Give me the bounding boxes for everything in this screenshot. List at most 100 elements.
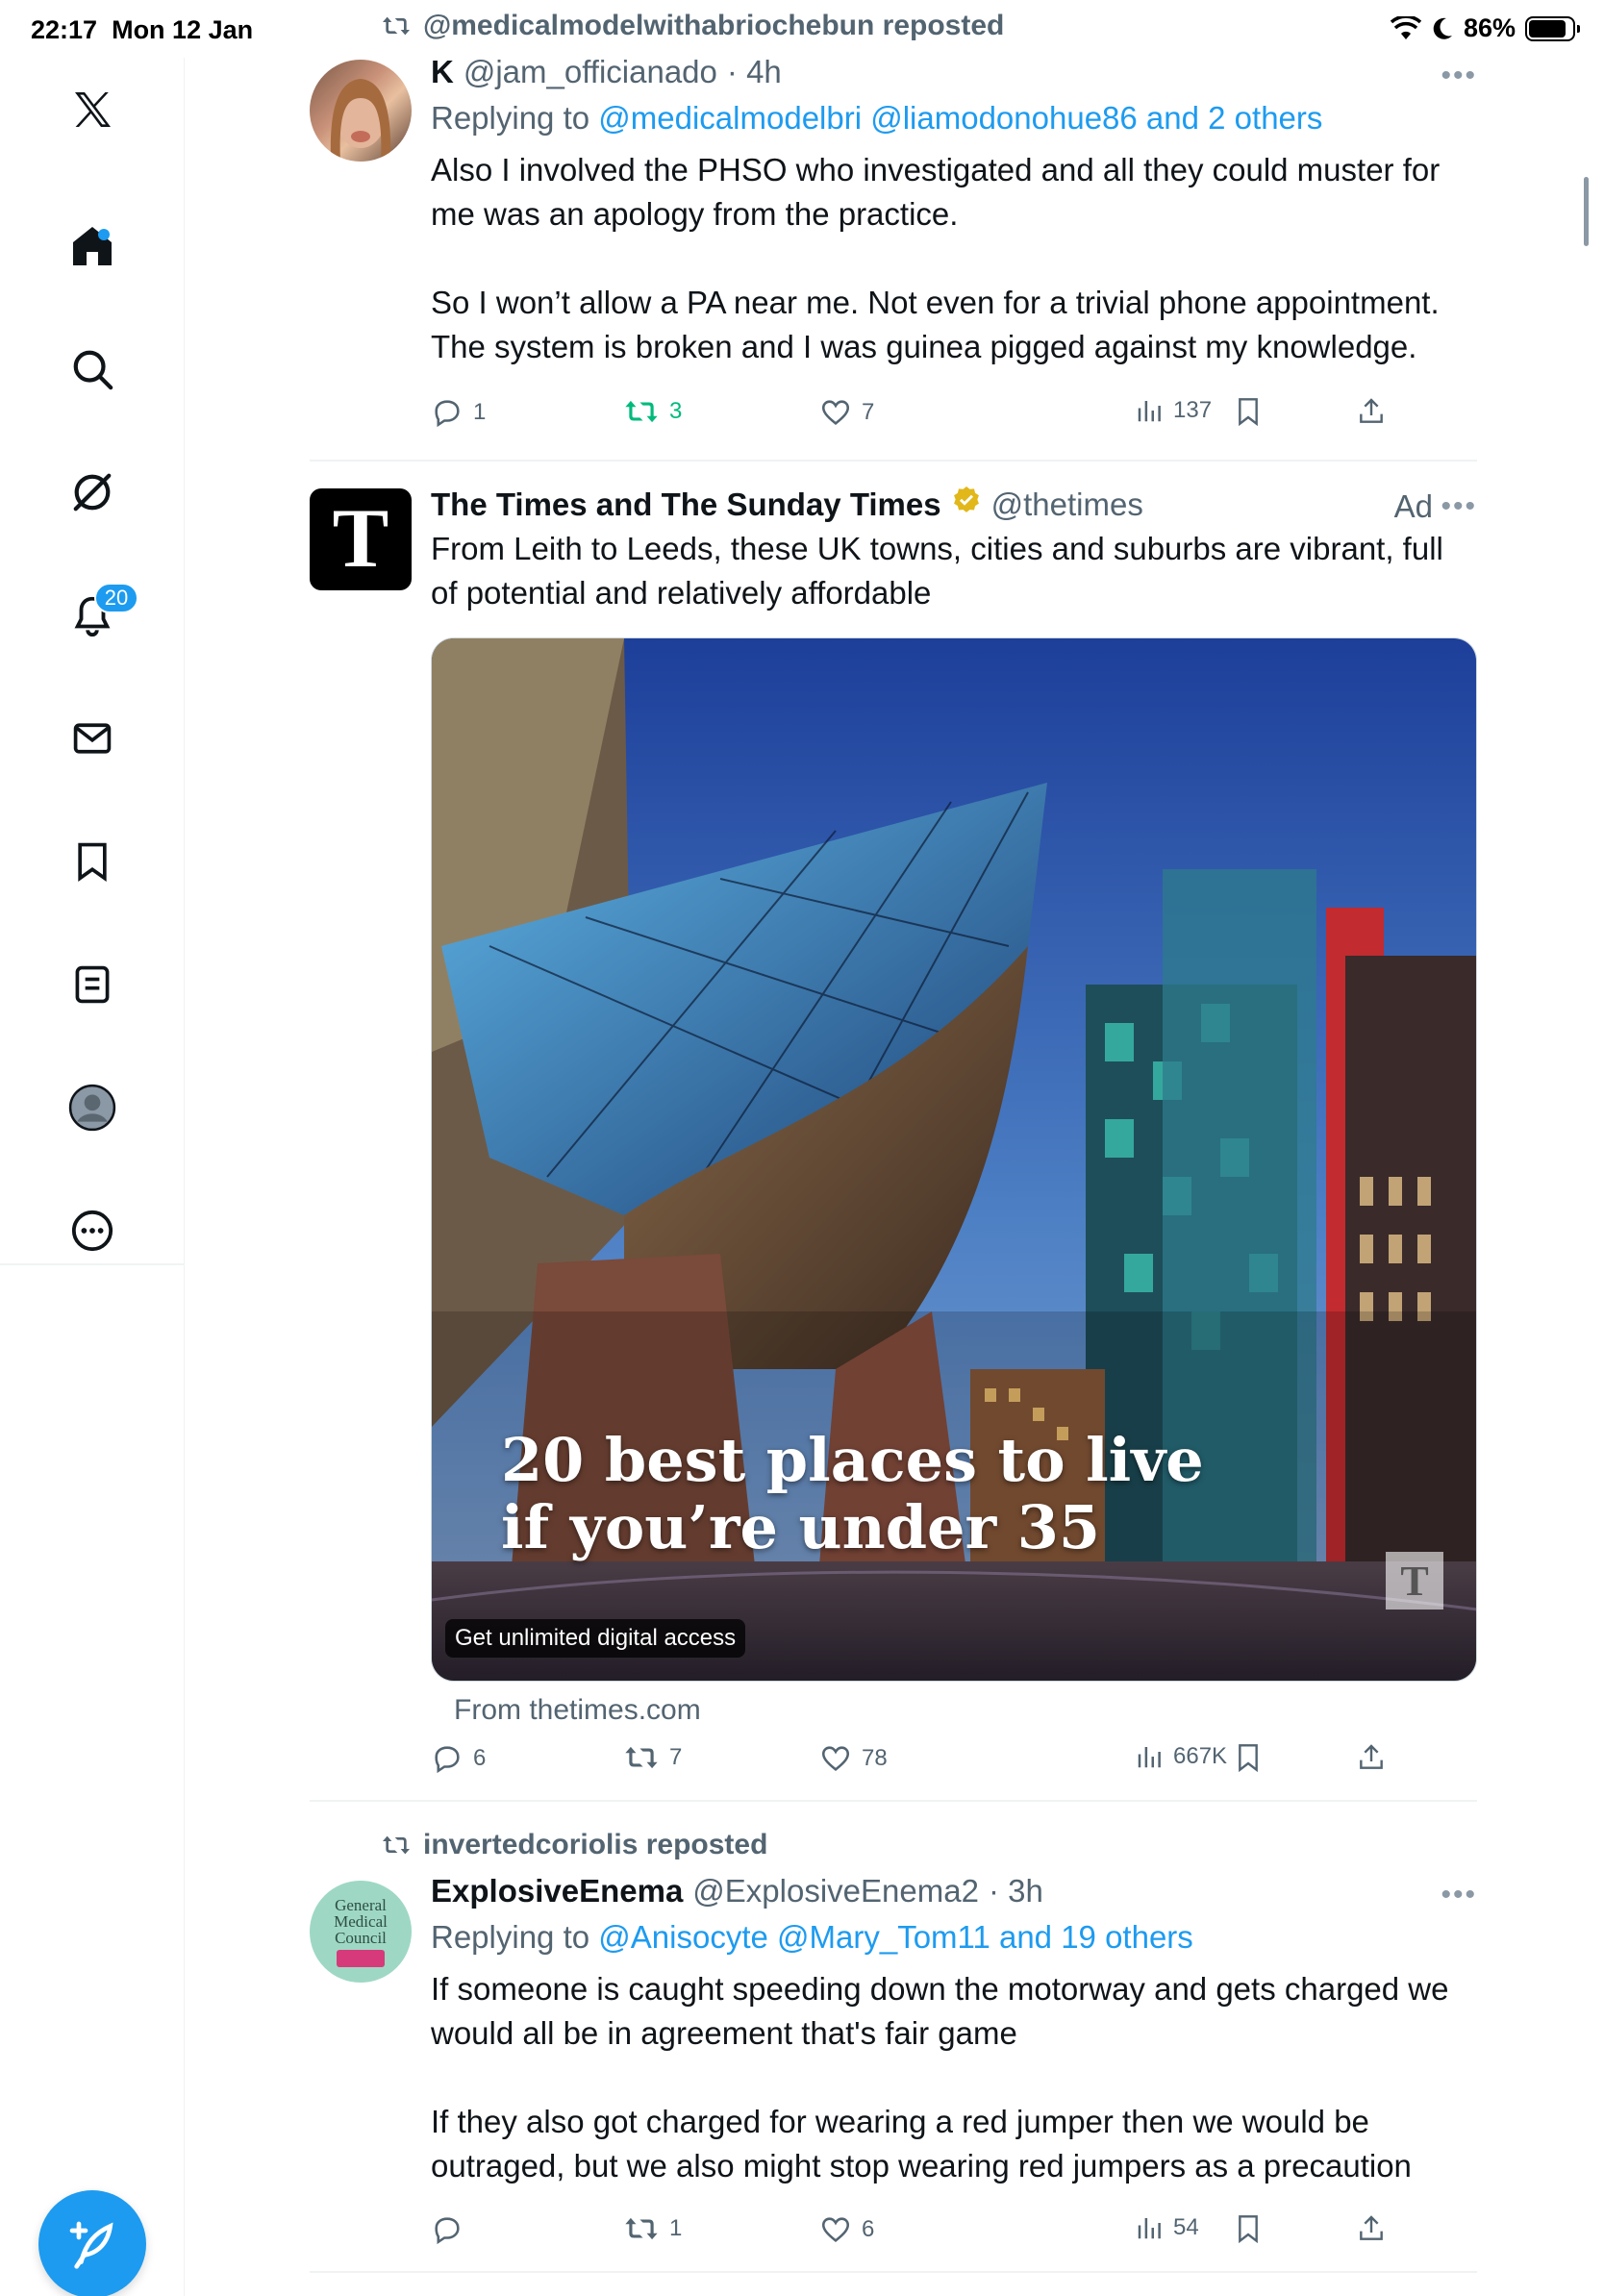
- times-logo-avatar[interactable]: T: [310, 488, 412, 590]
- tweet-divider: [310, 2271, 1477, 2273]
- notifications-bell-icon[interactable]: 20: [62, 583, 138, 646]
- tweet-text: From Leith to Leeds, these UK towns, cit…: [431, 531, 1443, 611]
- media-headline: 20 best places to live if you’re under 3…: [501, 1427, 1204, 1561]
- like-button[interactable]: 78: [819, 1742, 888, 1775]
- moon-icon: [1433, 17, 1452, 39]
- replying-links[interactable]: @Anisocyte @Mary_Tom11 and 19 others: [598, 1919, 1193, 1955]
- avatar[interactable]: [310, 60, 412, 162]
- avatar-pink-stamp: [337, 1949, 385, 1967]
- like-button[interactable]: 7: [819, 396, 874, 429]
- repost-icon: [383, 1835, 410, 1855]
- profile-avatar-icon[interactable]: [62, 1077, 123, 1138]
- view-count: 667K: [1173, 1743, 1228, 1769]
- tweet-divider: [310, 460, 1477, 462]
- like-count: 78: [862, 1745, 888, 1771]
- messages-envelope-icon[interactable]: [62, 708, 123, 769]
- scrollbar-thumb[interactable]: [1584, 177, 1589, 246]
- share-button[interactable]: [1356, 396, 1387, 427]
- share-button[interactable]: [1356, 2213, 1387, 2244]
- tweet-header: ExplosiveEnema @ExplosiveEnema2 · 3h: [431, 1873, 1477, 1909]
- digital-access-chip[interactable]: Get unlimited digital access: [445, 1619, 746, 1658]
- tweet-body: The Times and The Sunday Times @thetimes…: [431, 485, 1477, 615]
- home-unread-dot: [98, 229, 110, 240]
- views-chart-icon: [1138, 401, 1161, 422]
- verified-gold-badge-icon: [953, 487, 979, 512]
- heart-icon: [821, 1746, 850, 1771]
- views-chart-icon: [1138, 2218, 1161, 2239]
- repost-button[interactable]: 1: [623, 2213, 682, 2244]
- reply-button[interactable]: 1: [431, 396, 486, 429]
- reply-count: 6: [473, 1745, 487, 1771]
- heart-icon: [821, 400, 850, 425]
- repost-icon: [625, 2217, 658, 2240]
- reply-count: 1: [473, 399, 487, 425]
- home-icon[interactable]: [62, 215, 123, 277]
- reply-icon: [435, 1746, 460, 1774]
- ad-media-image[interactable]: 20 best places to live if you’re under 3…: [431, 637, 1477, 1682]
- repost-count: 3: [669, 398, 683, 424]
- repost-icon: [625, 1746, 658, 1769]
- avatar-text-line-1: General: [335, 1895, 387, 1914]
- bookmark-icon: [1239, 398, 1258, 427]
- like-button[interactable]: 6: [819, 2213, 874, 2246]
- reply-icon: [435, 400, 460, 428]
- avatar-photo: [330, 79, 391, 162]
- author-name[interactable]: ExplosiveEnema: [431, 1873, 683, 1909]
- view-count: 137: [1173, 397, 1213, 423]
- battery-icon: [1525, 15, 1580, 41]
- status-time: 22:17 Mon 12 Jan: [31, 15, 254, 44]
- battery-percent: 86%: [1463, 13, 1516, 42]
- bookmark-button[interactable]: [1233, 2213, 1264, 2244]
- repost-text: invertedcoriolis reposted: [423, 1829, 768, 1860]
- wifi-icon: [1390, 15, 1421, 39]
- bookmark-icon: [1239, 2215, 1258, 2244]
- lists-icon[interactable]: [62, 954, 123, 1015]
- sidebar: 20: [0, 58, 185, 2296]
- compose-post-button[interactable]: [38, 2190, 146, 2296]
- views-button[interactable]: 54: [1135, 2213, 1199, 2242]
- replying-links[interactable]: @medicalmodelbri @liamodonohue86 and 2 o…: [598, 100, 1322, 136]
- like-count: 6: [862, 2216, 875, 2242]
- share-icon: [1360, 2215, 1383, 2240]
- source-link[interactable]: From thetimes.com: [454, 1694, 701, 1727]
- author-handle[interactable]: @jam_officianado: [464, 54, 717, 90]
- avatar[interactable]: General Medical Council: [310, 1881, 412, 1983]
- like-count: 7: [862, 399, 875, 425]
- repost-button[interactable]: 3: [623, 396, 682, 427]
- times-watermark-logo: T: [1386, 1552, 1443, 1610]
- feather-plus-icon: [69, 2221, 113, 2269]
- more-menu-icon[interactable]: •••: [1441, 60, 1477, 92]
- reply-button[interactable]: 6: [431, 1742, 486, 1775]
- view-count: 54: [1173, 2214, 1199, 2240]
- repost-icon: [383, 16, 410, 36]
- tweet-body: ExplosiveEnema @ExplosiveEnema2 · 3h •••…: [431, 1873, 1477, 2188]
- more-menu-icon[interactable]: •••: [1441, 490, 1477, 523]
- ad-label: Ad: [1393, 488, 1433, 524]
- x-logo-icon[interactable]: [62, 79, 123, 140]
- tweet-time: · 3h: [988, 1873, 1043, 1909]
- replying-prefix: Replying to: [431, 1919, 590, 1955]
- repost-count: 7: [669, 1744, 683, 1770]
- search-icon[interactable]: [62, 338, 123, 400]
- views-button[interactable]: 667K: [1135, 1742, 1227, 1771]
- bookmark-button[interactable]: [1233, 1742, 1264, 1773]
- author-handle[interactable]: @ExplosiveEnema2: [692, 1873, 979, 1909]
- repost-button[interactable]: 7: [623, 1742, 682, 1773]
- views-button[interactable]: 137: [1135, 396, 1212, 425]
- share-button[interactable]: [1356, 1742, 1387, 1773]
- tweet-header: K @jam_officianado · 4h: [431, 54, 1477, 90]
- more-menu-icon[interactable]: •••: [1441, 1879, 1477, 1911]
- author-name[interactable]: The Times and The Sunday Times: [431, 487, 941, 523]
- more-options-icon[interactable]: [62, 1200, 123, 1261]
- tweet-text: Also I involved the PHSO who investigate…: [431, 152, 1441, 364]
- author-name[interactable]: K: [431, 54, 454, 90]
- bookmark-button[interactable]: [1233, 396, 1264, 427]
- author-handle[interactable]: @thetimes: [991, 487, 1143, 523]
- repost-indicator: invertedcoriolis reposted: [381, 1829, 767, 1861]
- bookmark-icon[interactable]: [62, 831, 123, 892]
- tweet-actions: 1 3 7 137: [431, 396, 1477, 435]
- reply-icon: [435, 2217, 460, 2245]
- grok-icon[interactable]: [62, 462, 123, 523]
- repost-icon: [625, 400, 658, 423]
- reply-button[interactable]: [431, 2213, 473, 2246]
